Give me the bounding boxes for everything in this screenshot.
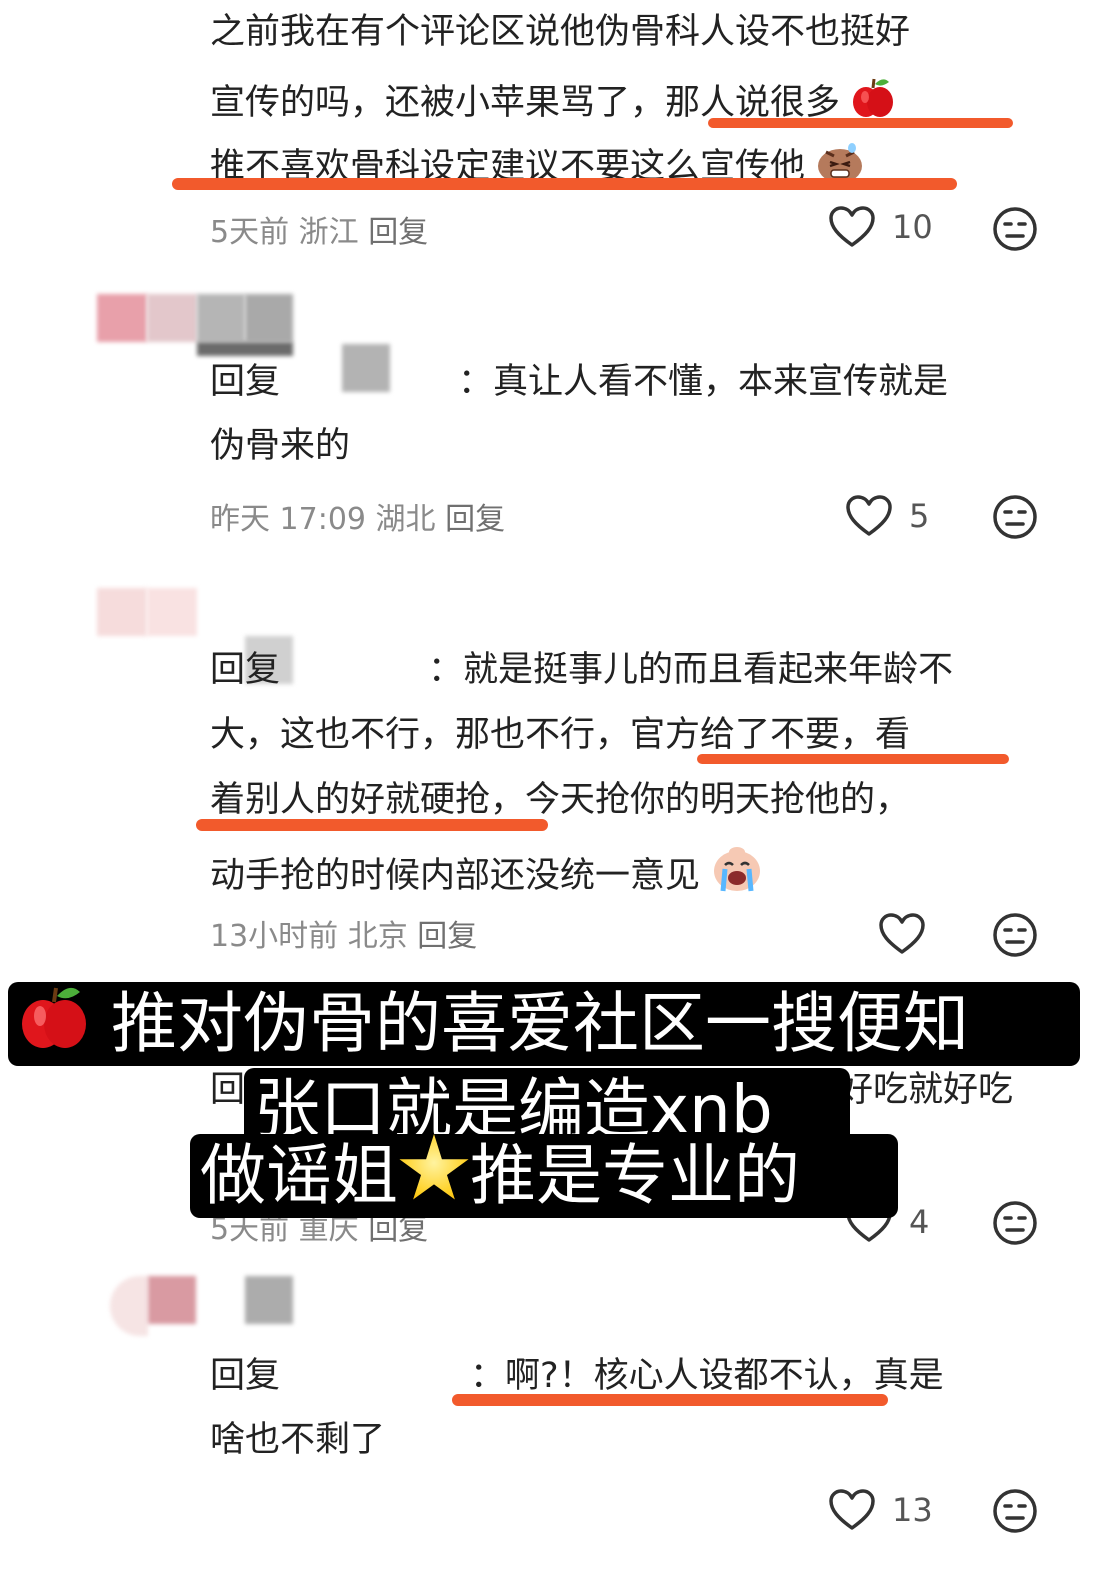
avatar[interactable] bbox=[97, 588, 147, 636]
crying-face-emoji bbox=[714, 847, 761, 892]
reply-link[interactable]: 回复 bbox=[368, 215, 428, 250]
star-emoji bbox=[399, 1134, 469, 1200]
username-mosaic bbox=[197, 342, 293, 356]
like-button[interactable] bbox=[878, 912, 926, 956]
comment-4-line-1: 回 bbox=[210, 1070, 246, 1110]
comment-location: 北京 bbox=[347, 919, 408, 954]
reply-link[interactable]: 回复 bbox=[417, 919, 477, 954]
apple-emoji bbox=[22, 987, 86, 1048]
like-button[interactable]: 5 bbox=[845, 494, 929, 538]
comment-5-line-1b: ：啊?！核心人设都不认，真是 bbox=[470, 1356, 944, 1396]
dislike-face-icon[interactable] bbox=[992, 1488, 1038, 1534]
comment-2-line-1: 回复 bbox=[210, 362, 281, 402]
username-mosaic bbox=[197, 294, 245, 342]
username-mosaic bbox=[245, 294, 293, 342]
comment-3-line-1: 回复 bbox=[210, 650, 281, 690]
like-count: 4 bbox=[909, 1203, 930, 1241]
comment-3-line-2: 大，这也不行，那也不行，官方给了不要，看 bbox=[210, 715, 911, 755]
comment-1-line-1: 之前我在有个评论区说他伪骨科人设不也挺好 bbox=[210, 12, 911, 52]
comment-2-line-1b: ：真让人看不懂，本来宣传就是 bbox=[458, 362, 949, 402]
heart-icon bbox=[829, 206, 875, 247]
apple-emoji bbox=[853, 78, 894, 117]
comment-time: 昨天 17:09 bbox=[210, 502, 366, 537]
comment-time: 5天前 bbox=[210, 215, 290, 250]
comment-4-line-1b: 好吃就好吃 bbox=[838, 1070, 1014, 1110]
highlight-underline bbox=[697, 754, 1009, 764]
comment-3-line-3: 着别人的好就硬抢，今天抢你的明天抢他的， bbox=[210, 780, 911, 820]
reply-link[interactable]: 回复 bbox=[445, 502, 505, 537]
comment-time: 13小时前 bbox=[210, 919, 339, 954]
heart-icon bbox=[846, 495, 892, 536]
comment-location: 湖北 bbox=[375, 502, 436, 537]
comment-2-line-2: 伪骨来的 bbox=[210, 426, 351, 466]
username-mosaic bbox=[245, 1276, 293, 1324]
comment-1-line-2: 宣传的吗，还被小苹果骂了，那人说很多 bbox=[210, 83, 841, 123]
like-button[interactable]: 13 bbox=[828, 1488, 933, 1532]
comment-5-line-2: 啥也不剩了 bbox=[210, 1420, 386, 1460]
highlight-underline bbox=[708, 118, 1013, 128]
avatar-mosaic bbox=[148, 1276, 196, 1324]
comment-3-line-1b: ：就是挺事儿的而且看起来年龄不 bbox=[428, 650, 954, 690]
dislike-face-icon[interactable] bbox=[992, 494, 1038, 540]
highlight-underline bbox=[172, 178, 957, 190]
avatar-mosaic bbox=[147, 294, 197, 342]
username-mosaic bbox=[342, 344, 390, 392]
comment-5-line-1: 回复 bbox=[210, 1356, 281, 1396]
avatar[interactable] bbox=[97, 294, 147, 342]
banner-line-1: 推对伪骨的喜爱社区一搜便知 bbox=[110, 985, 969, 1062]
like-count: 10 bbox=[892, 208, 933, 246]
like-button[interactable]: 10 bbox=[828, 205, 933, 249]
comment-3-line-4: 动手抢的时候内部还没统一意见 bbox=[210, 856, 701, 896]
comment-location: 浙江 bbox=[298, 215, 359, 250]
dislike-face-icon[interactable] bbox=[992, 1200, 1038, 1246]
avatar-mosaic bbox=[147, 588, 197, 636]
heart-icon bbox=[879, 913, 925, 954]
banner-line-3a: 做谣姐 bbox=[200, 1137, 398, 1214]
highlight-underline bbox=[452, 1394, 888, 1406]
dislike-face-icon[interactable] bbox=[992, 912, 1038, 958]
like-count: 5 bbox=[909, 497, 930, 535]
dislike-face-icon[interactable] bbox=[992, 206, 1038, 252]
like-count: 13 bbox=[892, 1491, 933, 1529]
banner-line-3b: 推是专业的 bbox=[470, 1137, 800, 1214]
heart-icon bbox=[829, 1489, 875, 1530]
highlight-underline bbox=[196, 819, 548, 831]
avatar[interactable] bbox=[110, 1276, 148, 1336]
